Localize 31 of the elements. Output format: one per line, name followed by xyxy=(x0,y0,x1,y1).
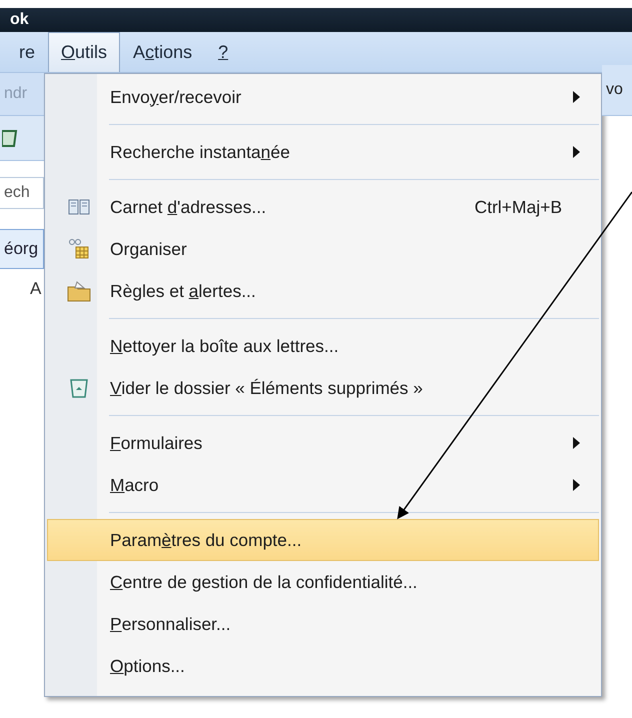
submenu-arrow-icon xyxy=(573,479,580,491)
menu-item[interactable]: Options... xyxy=(47,645,599,687)
calendar-grid-icon xyxy=(68,238,90,260)
menu-bar-item[interactable]: re xyxy=(6,32,48,72)
menu-bar-item[interactable]: ? xyxy=(205,32,242,72)
menu-item[interactable]: Recherche instantanée xyxy=(47,131,599,173)
folder-item[interactable]: éorg xyxy=(0,229,44,269)
folder-icon xyxy=(67,280,91,302)
menu-item[interactable]: Macro xyxy=(47,464,599,506)
menu-item[interactable]: Règles et alertes... xyxy=(47,270,599,312)
toolbar-text: vo xyxy=(602,65,632,116)
toolbar-text: ndr xyxy=(0,73,44,116)
folder-text: A xyxy=(29,279,42,299)
menu-item[interactable]: Centre de gestion de la confidentialité... xyxy=(47,561,599,603)
menu-item[interactable]: Personnaliser... xyxy=(47,603,599,645)
submenu-arrow-icon xyxy=(573,146,580,158)
submenu-arrow-icon xyxy=(573,91,580,103)
menu-item[interactable]: Nettoyer la boîte aux lettres... xyxy=(47,325,599,367)
menu-item[interactable]: Formulaires xyxy=(47,422,599,464)
menu-item[interactable]: Organiser xyxy=(47,228,599,270)
trash-bin-icon xyxy=(69,377,89,399)
submenu-arrow-icon xyxy=(573,437,580,449)
menu-bar-item[interactable]: Actions xyxy=(120,32,206,72)
send-receive-icon xyxy=(2,128,18,148)
menu-item[interactable]: Paramètres du compte... xyxy=(47,519,599,561)
window-title: ok xyxy=(10,11,29,29)
menu-bar-item[interactable]: Outils xyxy=(48,32,120,72)
menu-item[interactable]: Vider le dossier « Éléments supprimés » xyxy=(47,367,599,409)
book-icon xyxy=(68,198,90,216)
menu-item[interactable]: Envoyer/recevoir xyxy=(47,76,599,118)
menu-item[interactable]: Carnet d'adresses... Ctrl+Maj+B xyxy=(47,186,599,228)
